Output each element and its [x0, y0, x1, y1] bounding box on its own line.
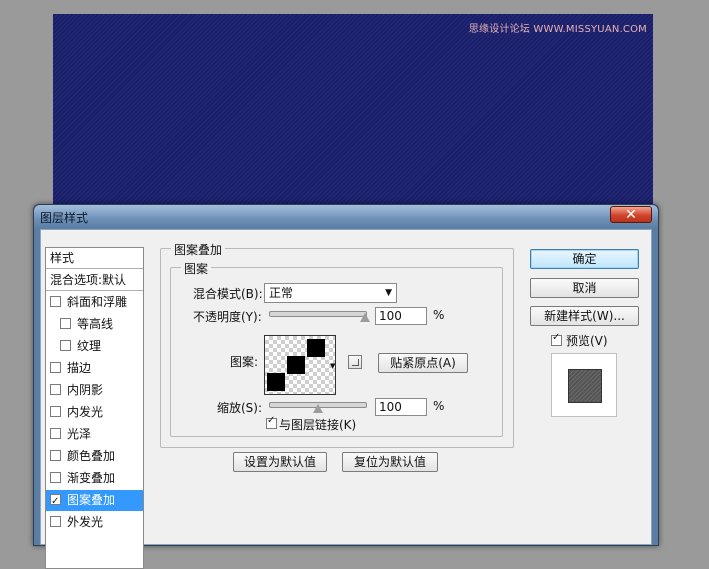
watermark-text: 思缘设计论坛 WWW.MISSYUAN.COM [468, 24, 647, 35]
pattern-block [307, 339, 325, 357]
contour-checkbox[interactable] [60, 318, 71, 329]
opacity-slider-thumb[interactable] [360, 313, 370, 322]
style-item-label: 外发光 [67, 515, 104, 529]
style-item-color-overlay[interactable]: 颜色叠加 [46, 446, 143, 467]
pattern-label: 图案: [230, 355, 259, 369]
opacity-unit: % [433, 308, 445, 322]
opacity-label: 不透明度(Y): [193, 310, 262, 324]
preview-thumbnail [568, 369, 602, 403]
close-icon: ✕ [625, 207, 637, 223]
group-title: 图案 [181, 260, 212, 277]
color-overlay-checkbox[interactable] [50, 450, 61, 461]
style-item-bevel-emboss[interactable]: 斜面和浮雕 [46, 292, 143, 313]
style-item-inner-shadow[interactable]: 内阴影 [46, 380, 143, 401]
set-default-button[interactable]: 设置为默认值 [233, 452, 327, 472]
pattern-overlay-checkbox[interactable] [50, 491, 61, 511]
style-item-label: 等高线 [77, 317, 114, 331]
satin-checkbox[interactable] [50, 428, 61, 439]
style-item-outer-glow[interactable]: 外发光 [46, 512, 143, 533]
layer-style-dialog: 图层样式 ✕ 样式 混合选项:默认 斜面和浮雕 等高线 纹理 描边 内阴影 内发… [33, 204, 659, 569]
style-item-label: 纹理 [77, 339, 102, 353]
snap-to-origin-button[interactable]: 贴紧原点(A) [378, 353, 468, 373]
pattern-swatch[interactable] [264, 335, 336, 395]
stroke-checkbox[interactable] [50, 362, 61, 373]
scale-label: 缩放(S): [217, 401, 263, 415]
style-item-satin[interactable]: 光泽 [46, 424, 143, 445]
document-canvas: 思缘设计论坛 WWW.MISSYUAN.COM [53, 14, 653, 214]
style-item-label: 斜面和浮雕 [67, 295, 128, 309]
scale-unit: % [433, 399, 445, 413]
dialog-title: 图层样式 [40, 211, 89, 225]
new-preset-icon[interactable] [348, 355, 362, 369]
dialog-titlebar[interactable]: 图层样式 ✕ [34, 205, 658, 229]
pattern-block [287, 356, 305, 374]
outer-glow-checkbox[interactable] [50, 516, 61, 527]
pattern-overlay-section: 图案叠加 图案 混合模式(B): 正常 ▼ 不透明度(Y): 100 % 图案: [160, 241, 514, 448]
style-item-contour[interactable]: 等高线 [46, 314, 143, 335]
scale-slider-thumb[interactable] [313, 404, 323, 413]
preview-checkbox[interactable] [551, 332, 562, 346]
blend-mode-value: 正常 [269, 286, 294, 300]
pattern-block [267, 373, 285, 391]
dialog-body: 样式 混合选项:默认 斜面和浮雕 等高线 纹理 描边 内阴影 内发光 光泽 颜色… [40, 229, 652, 569]
style-item-gradient-overlay[interactable]: 渐变叠加 [46, 468, 143, 489]
style-item-stroke[interactable]: 描边 [46, 358, 143, 379]
pattern-group: 图案 混合模式(B): 正常 ▼ 不透明度(Y): 100 % 图案: ▼ 贴紧… [170, 260, 503, 437]
blend-mode-select[interactable]: 正常 ▼ [264, 283, 397, 303]
style-item-texture[interactable]: 纹理 [46, 336, 143, 357]
chevron-down-icon: ▼ [385, 288, 392, 298]
close-button[interactable]: ✕ [610, 206, 652, 223]
styles-list: 样式 混合选项:默认 斜面和浮雕 等高线 纹理 描边 内阴影 内发光 光泽 颜色… [45, 247, 144, 569]
style-item-inner-glow[interactable]: 内发光 [46, 402, 143, 423]
gradient-overlay-checkbox[interactable] [50, 472, 61, 483]
style-item-label: 图案叠加 [67, 493, 116, 507]
cancel-button[interactable]: 取消 [530, 278, 639, 298]
link-with-layer-label: 与图层链接(K) [279, 418, 357, 432]
style-item-label: 内阴影 [67, 383, 104, 397]
pattern-dropdown-icon[interactable]: ▼ [330, 362, 335, 370]
style-item-label: 颜色叠加 [67, 449, 116, 463]
inner-glow-checkbox[interactable] [50, 406, 61, 417]
blend-options-item[interactable]: 混合选项:默认 [46, 270, 143, 291]
inner-shadow-checkbox[interactable] [50, 384, 61, 395]
bevel-emboss-checkbox[interactable] [50, 296, 61, 307]
style-item-label: 描边 [67, 361, 92, 375]
opacity-slider[interactable] [269, 311, 367, 317]
new-style-button[interactable]: 新建样式(W)... [530, 306, 639, 326]
styles-header[interactable]: 样式 [46, 248, 143, 269]
style-item-label: 渐变叠加 [67, 471, 116, 485]
link-with-layer-checkbox[interactable] [266, 415, 277, 429]
blend-mode-label: 混合模式(B): [193, 287, 263, 301]
scale-input[interactable]: 100 [375, 398, 427, 416]
opacity-input[interactable]: 100 [375, 307, 427, 325]
preview-label: 预览(V) [566, 334, 608, 348]
reset-default-button[interactable]: 复位为默认值 [342, 452, 438, 472]
style-item-label: 内发光 [67, 405, 104, 419]
section-title: 图案叠加 [171, 241, 226, 258]
style-item-pattern-overlay[interactable]: 图案叠加 [46, 490, 143, 511]
ok-button[interactable]: 确定 [530, 249, 639, 269]
style-preview [551, 353, 617, 417]
texture-checkbox[interactable] [60, 340, 71, 351]
style-item-label: 光泽 [67, 427, 92, 441]
